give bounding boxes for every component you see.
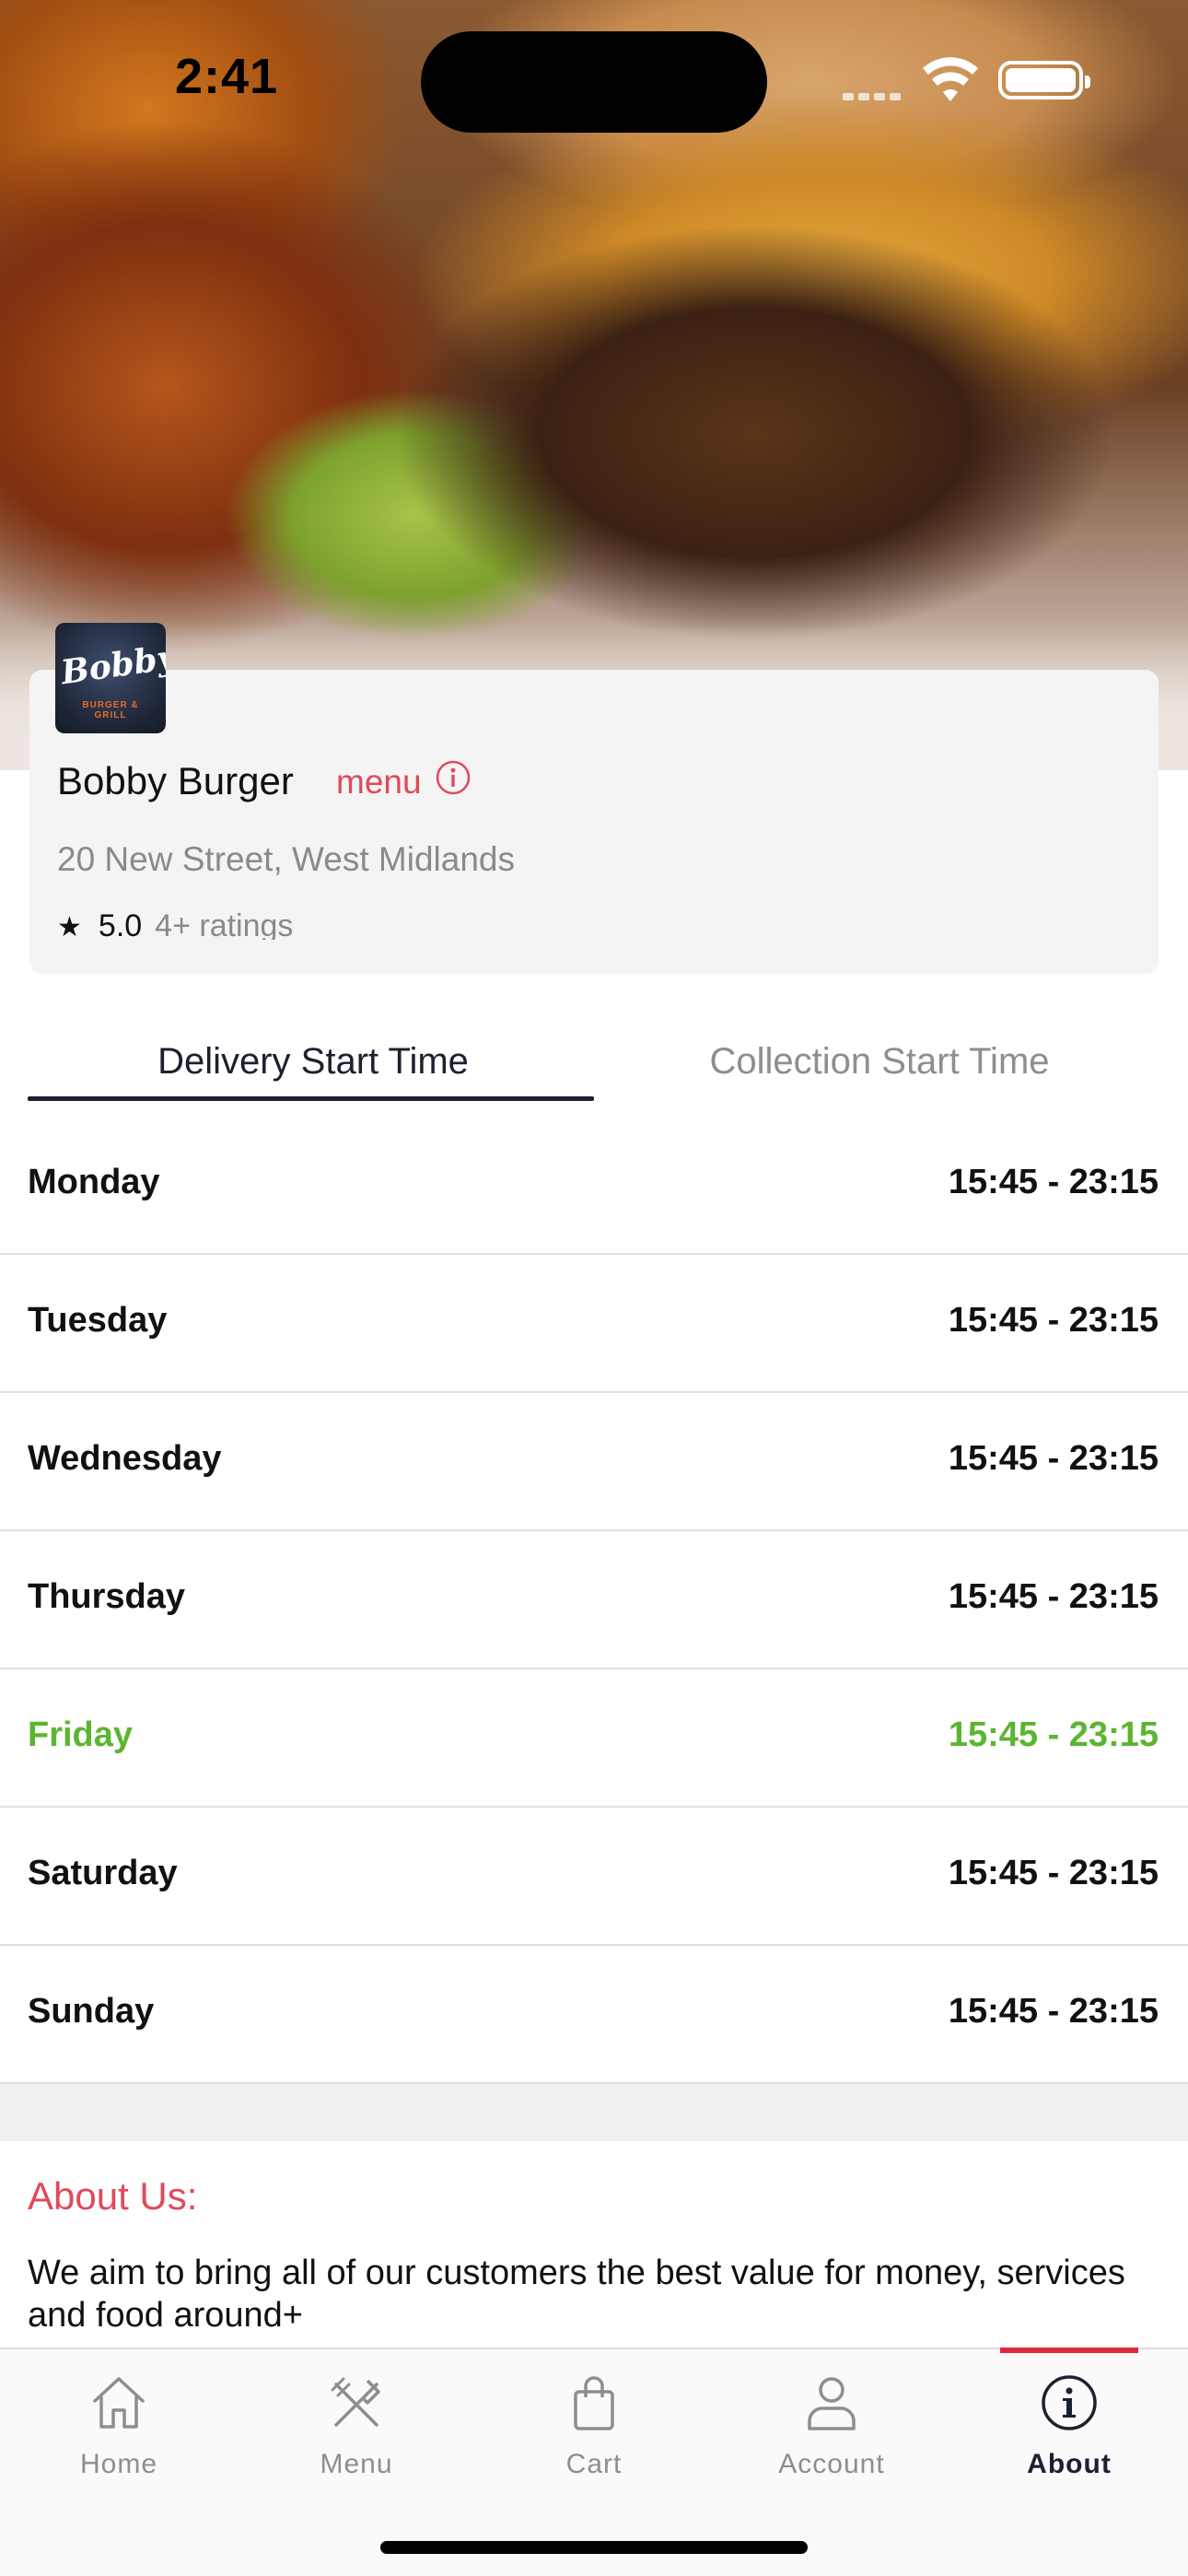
hours-row-sunday: Sunday 15:45 - 23:15 [0,1946,1188,2084]
hours-row-thursday: Thursday 15:45 - 23:15 [0,1531,1188,1669]
hours-row-saturday: Saturday 15:45 - 23:15 [0,1808,1188,1946]
menu-link[interactable]: menu [336,763,422,802]
about-text: We aim to bring all of our customers the… [28,2254,1125,2335]
tabbar-menu-label: Menu [320,2449,393,2479]
time-range: 15:45 - 23:15 [948,1163,1159,1201]
tabbar-about-label: About [1027,2449,1112,2479]
tabbar-cart[interactable]: Cart [475,2349,713,2515]
logo-subtext: BURGER & GRILL [82,700,139,720]
home-icon [93,2377,145,2429]
status-time: 2:41 [175,49,279,104]
tabbar-home-label: Home [79,2449,158,2479]
hours-row-friday: Friday 15:45 - 23:15 [0,1669,1188,1808]
tab-collection-start-time[interactable]: Collection Start Time [594,1041,1165,1083]
tabbar-account[interactable]: Account [713,2349,950,2515]
about-heading: About Us: [28,2174,198,2218]
tab-delivery-start-time[interactable]: Delivery Start Time [28,1041,599,1083]
tabbar-menu[interactable]: Menu [238,2349,475,2515]
tabbar-home[interactable]: Home [0,2349,238,2515]
day-label: Saturday [28,1854,178,1892]
hours-row-wednesday: Wednesday 15:45 - 23:15 [0,1393,1188,1531]
opening-hours-list: Monday 15:45 - 23:15 Tuesday 15:45 - 23:… [0,1117,1188,2084]
hours-row-tuesday: Tuesday 15:45 - 23:15 [0,1255,1188,1393]
tab-selected-indicator [28,1096,594,1101]
hours-row-monday: Monday 15:45 - 23:15 [0,1117,1188,1255]
time-range: 15:45 - 23:15 [948,1577,1159,1616]
person-icon [808,2377,856,2430]
battery-icon [998,61,1090,100]
rating-score: 5.0 [98,908,143,940]
menu-info-icon[interactable] [435,759,472,796]
tabbar-about[interactable]: About [950,2349,1188,2515]
home-indicator [380,2541,808,2554]
star-icon: ★ [57,912,82,940]
fork-knife-icon [331,2377,380,2427]
restaurant-address: 20 New Street, West Midlands [57,840,515,878]
shopping-bag-icon [574,2376,614,2430]
section-divider [0,2084,1188,2141]
rating-row: ★ 5.0 4+ ratings [57,908,293,940]
ratings-count: 4+ ratings [155,908,294,940]
restaurant-name: Bobby Burger [57,759,294,802]
cellular-signal-icon [843,88,905,105]
info-circle-icon [1042,2375,1097,2430]
tabbar-account-label: Account [778,2449,885,2479]
tabbar-cart-label: Cart [565,2449,623,2479]
wifi-icon [923,57,978,101]
day-label: Friday [28,1715,134,1754]
restaurant-logo: Bobby's BURGER & GRILL [55,623,166,733]
day-label: Wednesday [28,1439,222,1478]
time-range: 15:45 - 23:15 [948,1715,1159,1754]
time-range: 15:45 - 23:15 [948,1439,1159,1478]
day-label: Sunday [28,1992,155,2031]
dynamic-island [421,31,767,133]
day-label: Thursday [28,1577,186,1616]
time-range: 15:45 - 23:15 [948,1854,1159,1892]
time-range: 15:45 - 23:15 [948,1301,1159,1340]
logo-text: Bobby's [58,633,166,693]
time-range: 15:45 - 23:15 [948,1992,1159,2031]
day-label: Tuesday [28,1301,168,1340]
day-label: Monday [28,1163,160,1201]
